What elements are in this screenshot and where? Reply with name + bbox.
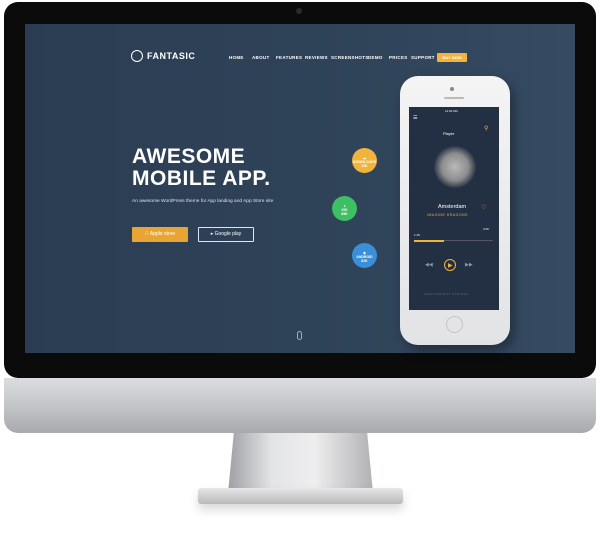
phone-status-time: 11:32 AM (445, 109, 458, 113)
google-play-button[interactable]: ▸ Google play (198, 227, 254, 242)
progress-fill (414, 240, 444, 242)
nav-reviews[interactable]: REVIEWS (305, 55, 328, 60)
ios-badge: ● IOS 85K (332, 196, 357, 221)
badge-value: 82K (361, 259, 368, 263)
nav-support[interactable]: SUPPORT (411, 55, 435, 60)
downloads-badge: ☁ DOWNLOADS 12K (352, 148, 377, 173)
song-artist: IMAGINE DRAGONS (427, 213, 468, 217)
nav-features[interactable]: FEATURES (276, 55, 302, 60)
time-elapsed: 1:15 (414, 233, 420, 237)
playlist-label: LEEKAHRIGHT STRINGS (424, 292, 469, 296)
badge-value: 12K (361, 164, 368, 168)
scroll-mouse-icon[interactable] (297, 331, 302, 340)
logo-text: FANTASIC (147, 51, 196, 61)
phone-speaker (444, 97, 464, 99)
android-badge: ◆ ANDROID 82K (352, 243, 377, 268)
heart-icon[interactable]: ♡ (481, 204, 486, 211)
hero-subtitle: An awesome WordPress theme for App landi… (132, 199, 274, 204)
webcam (296, 8, 302, 14)
buy-now-button[interactable]: BUY NOW (437, 53, 467, 62)
monitor-stand (228, 433, 373, 493)
hero-title-line1: AWESOME (132, 145, 246, 168)
monitor-chin (4, 378, 596, 433)
album-art (434, 146, 476, 188)
nav-screenshots[interactable]: SCREENSHOTS (331, 55, 369, 60)
song-title: Amsterdam (438, 204, 467, 210)
google-play-label: Google play (214, 231, 242, 237)
next-icon[interactable]: ▶▶ (465, 262, 473, 268)
hero-title-line2: MOBILE APP. (132, 167, 271, 190)
phone-screen-title: Player (443, 131, 455, 136)
monitor-foot (198, 488, 403, 504)
menu-icon[interactable]: ☰ (413, 115, 417, 121)
nav-demo[interactable]: DEMO (368, 55, 383, 60)
search-icon[interactable]: ⚲ (484, 125, 488, 132)
play-button[interactable]: ▶ (444, 259, 456, 271)
apple-store-label: Apple store (147, 231, 175, 237)
play-icon: ▶ (448, 263, 453, 269)
badge-value: 85K (341, 212, 348, 216)
phone-home-button[interactable] (446, 316, 463, 333)
phone-camera (450, 87, 454, 91)
site-logo[interactable]: FANTASIC (131, 50, 195, 62)
time-total: 3:26 (483, 227, 489, 231)
apple-store-button[interactable]:  Apple store (132, 227, 188, 242)
nav-prices[interactable]: PRICES (389, 55, 408, 60)
nav-about[interactable]: ABOUT (252, 55, 270, 60)
logo-icon (131, 50, 143, 62)
nav-home[interactable]: HOME (229, 55, 244, 60)
previous-icon[interactable]: ◀◀ (425, 262, 433, 268)
